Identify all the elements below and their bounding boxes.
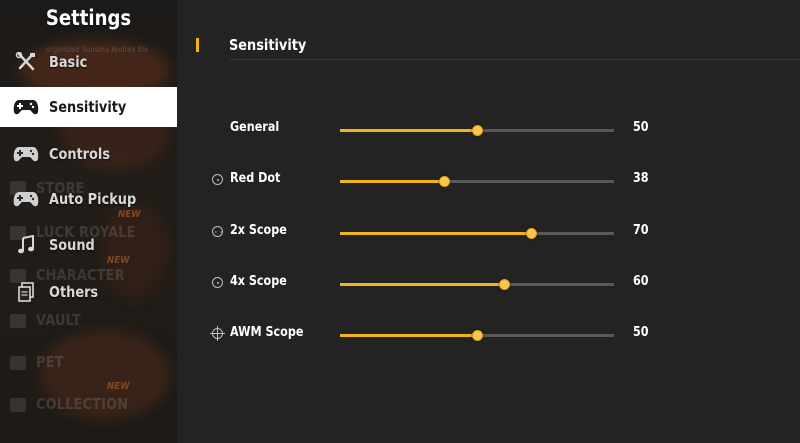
setting-label: 4x Scope xyxy=(230,274,287,289)
slider-fill xyxy=(340,129,477,132)
slider-handle[interactable] xyxy=(498,279,510,290)
setting-row-red-dot: Red Dot 38 xyxy=(177,168,800,194)
setting-label: Red Dot xyxy=(230,171,281,186)
sidebar-item-label: Auto Pickup xyxy=(49,190,137,208)
header-divider xyxy=(230,59,800,60)
slider-fill xyxy=(340,334,477,337)
gamepad-icon xyxy=(12,97,40,117)
gamepad-icon xyxy=(12,144,40,164)
slider-handle[interactable] xyxy=(526,228,538,239)
setting-row-2x-scope: 2x Scope 70 xyxy=(177,220,800,246)
sidebar-item-sensitivity[interactable]: Sensitivity xyxy=(0,87,177,127)
slider-fill xyxy=(340,232,532,235)
setting-value: 50 xyxy=(633,120,649,135)
slider-handle[interactable] xyxy=(471,330,483,341)
setting-value: 38 xyxy=(633,171,649,186)
setting-value: 60 xyxy=(633,274,649,289)
setting-row-awm-scope: AWM Scope 50 xyxy=(177,322,800,348)
awm-scope-sensitivity-slider[interactable] xyxy=(340,330,614,341)
background-menu-pet: PET xyxy=(36,353,64,371)
setting-row-4x-scope: 4x Scope 60 xyxy=(177,271,800,297)
sidebar-item-label: Sensitivity xyxy=(49,98,127,116)
red-dot-sensitivity-slider[interactable] xyxy=(340,176,614,187)
slider-handle[interactable] xyxy=(471,125,483,136)
vault-icon xyxy=(10,314,26,328)
setting-row-general: General 50 xyxy=(177,117,800,143)
red-dot-sight-icon xyxy=(212,174,223,185)
scope-2x-icon xyxy=(212,226,223,237)
setting-label: AWM Scope xyxy=(230,325,304,340)
scope-4x-icon xyxy=(212,277,223,288)
background-menu-collection: COLLECTION xyxy=(36,395,129,413)
sidebar-item-label: Basic xyxy=(49,53,88,71)
documents-icon xyxy=(12,282,40,302)
slider-handle[interactable] xyxy=(438,176,450,187)
page-title: Sensitivity xyxy=(229,36,307,54)
sidebar-item-label: Controls xyxy=(49,145,111,163)
collection-icon xyxy=(10,398,26,412)
setting-label: General xyxy=(230,120,280,135)
tools-icon xyxy=(12,52,40,72)
crosshair-icon xyxy=(210,326,225,341)
background-new-badge: NEW xyxy=(107,381,130,392)
slider-fill xyxy=(340,180,445,183)
sidebar-item-label: Sound xyxy=(49,236,95,254)
general-sensitivity-slider[interactable] xyxy=(340,125,614,136)
sidebar-item-basic[interactable]: Basic xyxy=(0,42,177,82)
gamepad-icon xyxy=(12,189,40,209)
sidebar-item-controls[interactable]: Controls xyxy=(0,134,177,174)
header-accent-bar xyxy=(196,38,199,52)
setting-value: 50 xyxy=(633,325,649,340)
music-note-icon xyxy=(12,235,40,255)
pet-icon xyxy=(10,356,26,370)
sidebar-item-sound[interactable]: Sound xyxy=(0,225,177,265)
2x-scope-sensitivity-slider[interactable] xyxy=(340,228,614,239)
sidebar-item-auto-pickup[interactable]: Auto Pickup xyxy=(0,179,177,219)
settings-sidebar: organized Sunsma Andrea Ble STORE NEW LU… xyxy=(0,0,177,443)
4x-scope-sensitivity-slider[interactable] xyxy=(340,279,614,290)
background-menu-vault: VAULT xyxy=(36,311,81,329)
slider-fill xyxy=(340,283,505,286)
setting-value: 70 xyxy=(633,223,649,238)
sidebar-item-others[interactable]: Others xyxy=(0,272,177,312)
setting-label: 2x Scope xyxy=(230,223,287,238)
sensitivity-panel: Sensitivity General 50 Red Dot 38 2x Sco… xyxy=(177,0,800,443)
sidebar-item-label: Others xyxy=(49,283,99,301)
settings-title: Settings xyxy=(45,6,132,30)
